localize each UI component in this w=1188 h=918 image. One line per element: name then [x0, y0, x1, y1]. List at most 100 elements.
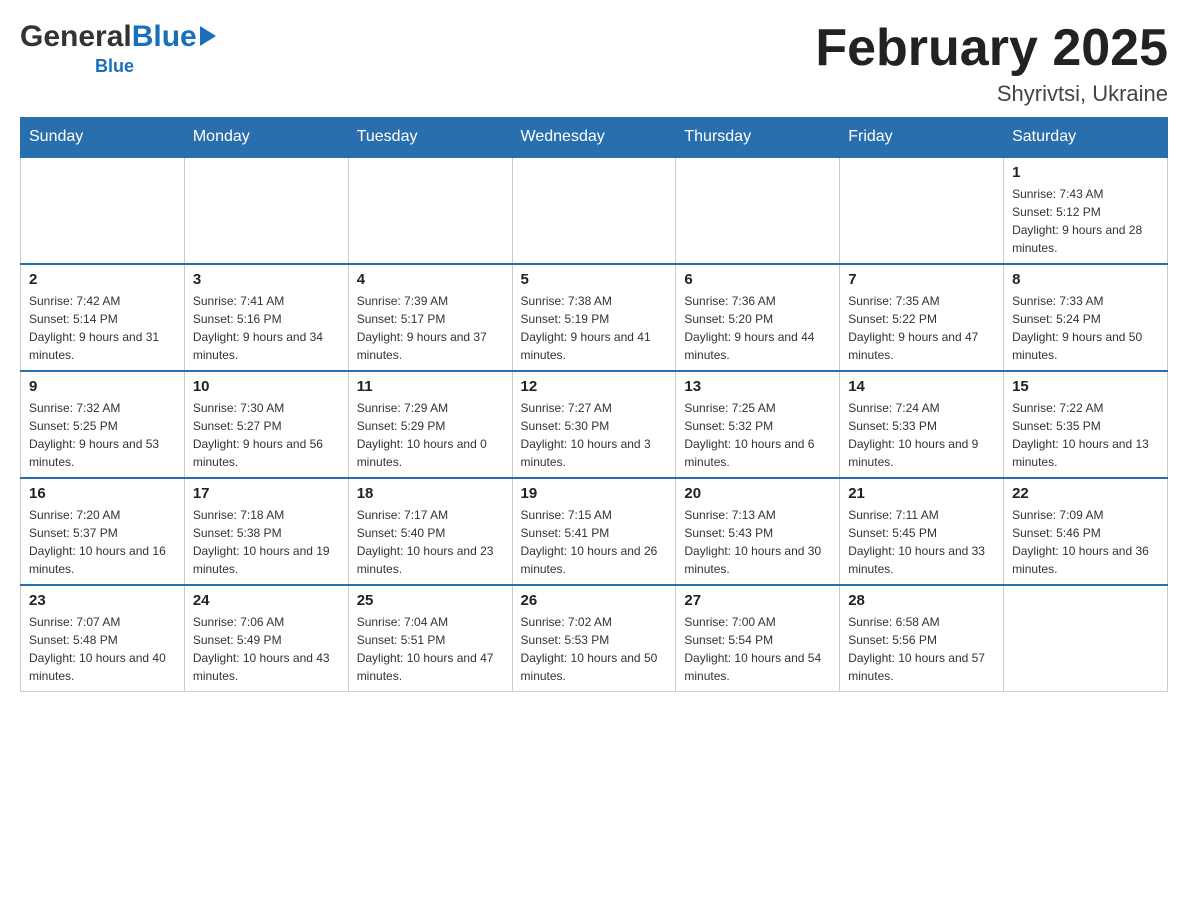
day-info: Sunrise: 7:06 AMSunset: 5:49 PMDaylight:…: [193, 613, 340, 685]
day-info: Sunrise: 7:13 AMSunset: 5:43 PMDaylight:…: [684, 506, 831, 578]
day-info: Sunrise: 7:15 AMSunset: 5:41 PMDaylight:…: [521, 506, 668, 578]
column-header-saturday: Saturday: [1004, 118, 1168, 158]
calendar-cell: [512, 157, 676, 264]
day-info: Sunrise: 7:29 AMSunset: 5:29 PMDaylight:…: [357, 399, 504, 471]
calendar-cell: [840, 157, 1004, 264]
day-info: Sunrise: 7:32 AMSunset: 5:25 PMDaylight:…: [29, 399, 176, 471]
day-number: 5: [521, 271, 668, 288]
day-number: 10: [193, 378, 340, 395]
week-row-1: 1Sunrise: 7:43 AMSunset: 5:12 PMDaylight…: [21, 157, 1168, 264]
day-info: Sunrise: 7:07 AMSunset: 5:48 PMDaylight:…: [29, 613, 176, 685]
calendar-cell: 9 Sunrise: 7:32 AMSunset: 5:25 PMDaylight…: [21, 371, 185, 478]
day-info: Sunrise: 7:18 AMSunset: 5:38 PMDaylight:…: [193, 506, 340, 578]
column-header-monday: Monday: [184, 118, 348, 158]
calendar-cell: 5 Sunrise: 7:38 AMSunset: 5:19 PMDaylight…: [512, 264, 676, 371]
column-header-thursday: Thursday: [676, 118, 840, 158]
calendar-cell: 14Sunrise: 7:24 AMSunset: 5:33 PMDayligh…: [840, 371, 1004, 478]
day-number: 9: [29, 378, 176, 395]
calendar-cell: [348, 157, 512, 264]
column-header-sunday: Sunday: [21, 118, 185, 158]
day-number: 12: [521, 378, 668, 395]
day-info: Sunrise: 7:04 AMSunset: 5:51 PMDaylight:…: [357, 613, 504, 685]
calendar-cell: 16 Sunrise: 7:20 AMSunset: 5:37 PMDayligh…: [21, 478, 185, 585]
calendar-cell: 15Sunrise: 7:22 AMSunset: 5:35 PMDayligh…: [1004, 371, 1168, 478]
calendar-cell: [1004, 585, 1168, 692]
day-info: Sunrise: 7:24 AMSunset: 5:33 PMDaylight:…: [848, 399, 995, 471]
calendar-cell: 13Sunrise: 7:25 AMSunset: 5:32 PMDayligh…: [676, 371, 840, 478]
calendar-cell: [676, 157, 840, 264]
calendar-cell: 25Sunrise: 7:04 AMSunset: 5:51 PMDayligh…: [348, 585, 512, 692]
day-info: Sunrise: 7:38 AMSunset: 5:19 PMDaylight:…: [521, 292, 668, 364]
day-number: 17: [193, 485, 340, 502]
calendar-cell: 23 Sunrise: 7:07 AMSunset: 5:48 PMDayligh…: [21, 585, 185, 692]
day-info: Sunrise: 7:35 AMSunset: 5:22 PMDaylight:…: [848, 292, 995, 364]
day-number: 19: [521, 485, 668, 502]
day-number: 3: [193, 271, 340, 288]
calendar-cell: 26 Sunrise: 7:02 AMSunset: 5:53 PMDayligh…: [512, 585, 676, 692]
calendar-cell: 24 Sunrise: 7:06 AMSunset: 5:49 PMDayligh…: [184, 585, 348, 692]
calendar-cell: 3 Sunrise: 7:41 AMSunset: 5:16 PMDaylight…: [184, 264, 348, 371]
location-subtitle: Shyrivtsi, Ukraine: [815, 81, 1168, 107]
calendar-cell: 27 Sunrise: 7:00 AMSunset: 5:54 PMDayligh…: [676, 585, 840, 692]
day-number: 8: [1012, 271, 1159, 288]
week-row-5: 23 Sunrise: 7:07 AMSunset: 5:48 PMDayligh…: [21, 585, 1168, 692]
page-header: General Blue Blue February 2025 Shyrivts…: [20, 20, 1168, 107]
calendar-cell: 17 Sunrise: 7:18 AMSunset: 5:38 PMDayligh…: [184, 478, 348, 585]
calendar-cell: 11Sunrise: 7:29 AMSunset: 5:29 PMDayligh…: [348, 371, 512, 478]
calendar-cell: 1Sunrise: 7:43 AMSunset: 5:12 PMDaylight…: [1004, 157, 1168, 264]
day-number: 2: [29, 271, 176, 288]
calendar-cell: [184, 157, 348, 264]
calendar-cell: 8Sunrise: 7:33 AMSunset: 5:24 PMDaylight…: [1004, 264, 1168, 371]
calendar-cell: 4Sunrise: 7:39 AMSunset: 5:17 PMDaylight…: [348, 264, 512, 371]
day-number: 16: [29, 485, 176, 502]
day-number: 24: [193, 592, 340, 609]
day-number: 23: [29, 592, 176, 609]
day-number: 20: [684, 485, 831, 502]
logo: General Blue Blue: [20, 20, 216, 77]
calendar-cell: 2 Sunrise: 7:42 AMSunset: 5:14 PMDaylight…: [21, 264, 185, 371]
calendar-cell: 20 Sunrise: 7:13 AMSunset: 5:43 PMDayligh…: [676, 478, 840, 585]
logo-arrow-icon: [200, 26, 216, 46]
calendar-title: February 2025: [815, 20, 1168, 77]
calendar-cell: 7 Sunrise: 7:35 AMSunset: 5:22 PMDaylight…: [840, 264, 1004, 371]
day-info: Sunrise: 7:30 AMSunset: 5:27 PMDaylight:…: [193, 399, 340, 471]
calendar-cell: 12 Sunrise: 7:27 AMSunset: 5:30 PMDayligh…: [512, 371, 676, 478]
day-info: Sunrise: 7:11 AMSunset: 5:45 PMDaylight:…: [848, 506, 995, 578]
day-info: Sunrise: 7:09 AMSunset: 5:46 PMDaylight:…: [1012, 506, 1159, 578]
calendar-cell: 21 Sunrise: 7:11 AMSunset: 5:45 PMDayligh…: [840, 478, 1004, 585]
day-info: Sunrise: 7:36 AMSunset: 5:20 PMDaylight:…: [684, 292, 831, 364]
day-info: Sunrise: 7:27 AMSunset: 5:30 PMDaylight:…: [521, 399, 668, 471]
calendar-header-row: SundayMondayTuesdayWednesdayThursdayFrid…: [21, 118, 1168, 158]
day-info: Sunrise: 7:02 AMSunset: 5:53 PMDaylight:…: [521, 613, 668, 685]
day-number: 21: [848, 485, 995, 502]
title-section: February 2025 Shyrivtsi, Ukraine: [815, 20, 1168, 107]
logo-underline: Blue: [20, 56, 134, 77]
day-number: 6: [684, 271, 831, 288]
day-info: Sunrise: 7:42 AMSunset: 5:14 PMDaylight:…: [29, 292, 176, 364]
day-number: 13: [684, 378, 831, 395]
calendar-table: SundayMondayTuesdayWednesdayThursdayFrid…: [20, 117, 1168, 692]
day-info: Sunrise: 7:41 AMSunset: 5:16 PMDaylight:…: [193, 292, 340, 364]
column-header-friday: Friday: [840, 118, 1004, 158]
day-info: Sunrise: 6:58 AMSunset: 5:56 PMDaylight:…: [848, 613, 995, 685]
calendar-cell: [21, 157, 185, 264]
day-info: Sunrise: 7:20 AMSunset: 5:37 PMDaylight:…: [29, 506, 176, 578]
day-info: Sunrise: 7:22 AMSunset: 5:35 PMDaylight:…: [1012, 399, 1159, 471]
column-header-tuesday: Tuesday: [348, 118, 512, 158]
logo-blue-text: Blue: [132, 20, 197, 54]
day-number: 26: [521, 592, 668, 609]
day-info: Sunrise: 7:00 AMSunset: 5:54 PMDaylight:…: [684, 613, 831, 685]
logo-general-text: General: [20, 20, 132, 54]
calendar-cell: 18Sunrise: 7:17 AMSunset: 5:40 PMDayligh…: [348, 478, 512, 585]
day-number: 27: [684, 592, 831, 609]
day-info: Sunrise: 7:17 AMSunset: 5:40 PMDaylight:…: [357, 506, 504, 578]
calendar-cell: 28Sunrise: 6:58 AMSunset: 5:56 PMDayligh…: [840, 585, 1004, 692]
day-number: 1: [1012, 164, 1159, 181]
calendar-cell: 19 Sunrise: 7:15 AMSunset: 5:41 PMDayligh…: [512, 478, 676, 585]
day-number: 22: [1012, 485, 1159, 502]
day-info: Sunrise: 7:39 AMSunset: 5:17 PMDaylight:…: [357, 292, 504, 364]
day-number: 7: [848, 271, 995, 288]
week-row-3: 9 Sunrise: 7:32 AMSunset: 5:25 PMDaylight…: [21, 371, 1168, 478]
calendar-cell: 6 Sunrise: 7:36 AMSunset: 5:20 PMDaylight…: [676, 264, 840, 371]
week-row-2: 2 Sunrise: 7:42 AMSunset: 5:14 PMDaylight…: [21, 264, 1168, 371]
